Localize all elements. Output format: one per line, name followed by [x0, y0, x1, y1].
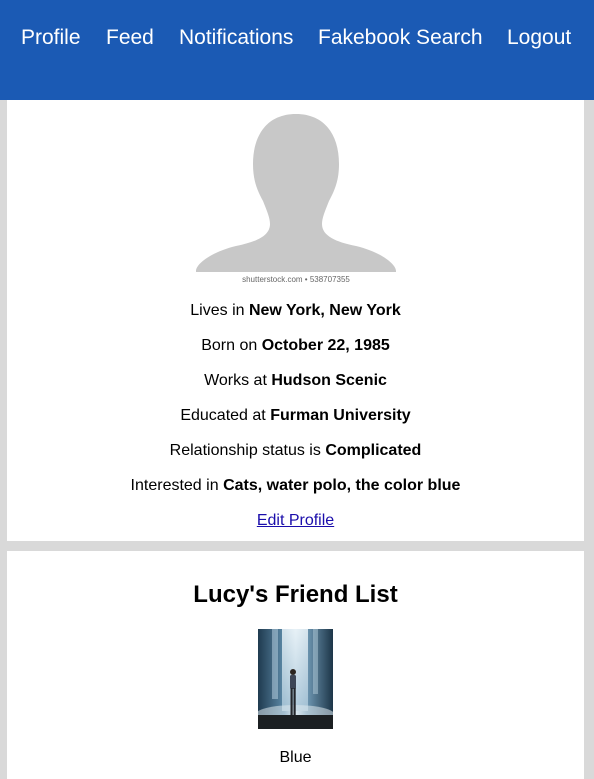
- info-born-on-value: October 22, 1985: [261, 337, 390, 354]
- info-interested-in: Interested in Cats, water polo, the colo…: [7, 476, 584, 496]
- edit-profile-container: Edit Profile: [7, 511, 584, 531]
- info-relationship-status: Relationship status is Complicated: [7, 441, 584, 461]
- nav-profile-link[interactable]: Profile: [21, 25, 81, 51]
- nav-fakebook-search-link[interactable]: Fakebook Search: [318, 25, 483, 51]
- info-relationship-value: Complicated: [325, 442, 422, 459]
- info-lives-in-value: New York, New York: [248, 302, 401, 319]
- info-works-at-value: Hudson Scenic: [271, 372, 387, 389]
- top-navbar: Profile Feed Notifications Fakebook Sear…: [0, 0, 594, 100]
- friend-photo-waterfall[interactable]: [258, 629, 333, 729]
- info-interested-in-label: Interested in: [130, 477, 219, 494]
- info-educated-at-label: Educated at: [180, 407, 266, 424]
- default-avatar-icon: shutterstock.com • 538707355: [196, 114, 396, 284]
- edit-profile-link[interactable]: Edit Profile: [257, 512, 334, 529]
- friend-name[interactable]: Blue: [7, 748, 584, 768]
- nav-notifications-link[interactable]: Notifications: [179, 25, 293, 51]
- info-lives-in-label: Lives in: [190, 302, 245, 319]
- avatar-watermark-text: shutterstock.com • 538707355: [242, 275, 350, 284]
- friend-list-title: Lucy's Friend List: [193, 581, 398, 608]
- nav-feed-link[interactable]: Feed: [106, 25, 154, 51]
- info-lives-in: Lives in New York, New York: [7, 301, 584, 321]
- profile-card: shutterstock.com • 538707355 Lives in Ne…: [7, 100, 584, 541]
- info-educated-at-value: Furman University: [270, 407, 411, 424]
- friend-list-card: Lucy's Friend List Blue: [7, 551, 584, 779]
- nav-logout-link[interactable]: Logout: [507, 25, 571, 51]
- info-educated-at: Educated at Furman University: [7, 406, 584, 426]
- info-interested-in-value: Cats, water polo, the color blue: [223, 477, 461, 494]
- info-relationship-label: Relationship status is: [169, 442, 321, 459]
- info-works-at: Works at Hudson Scenic: [7, 371, 584, 391]
- info-works-at-label: Works at: [204, 372, 267, 389]
- info-born-on: Born on October 22, 1985: [7, 336, 584, 356]
- info-born-on-label: Born on: [201, 337, 258, 354]
